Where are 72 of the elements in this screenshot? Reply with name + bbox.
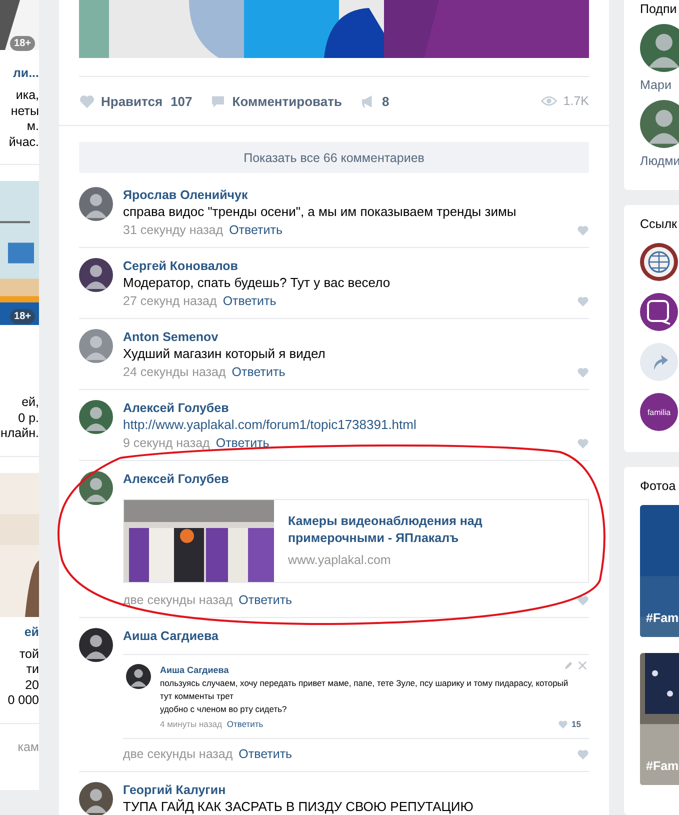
comment-icon xyxy=(210,94,226,108)
comment-text: удобно с членом во рту сидеть? xyxy=(160,703,288,716)
comment-author[interactable]: Алексей Голубев xyxy=(123,471,589,487)
heart-icon[interactable] xyxy=(577,594,589,606)
ad-text: 20 xyxy=(24,678,39,693)
reply-link[interactable]: Ответить xyxy=(238,591,292,609)
ad-text: 0 р. xyxy=(17,410,39,426)
comment-text: справа видос "тренды осени", а мы им показываем тренды зимы xyxy=(123,203,518,221)
comment-time: две секунды назад xyxy=(123,592,233,609)
reply-link[interactable]: Ответить xyxy=(229,221,282,239)
reply-link[interactable]: Ответить xyxy=(216,434,270,452)
comment-text: Худший магазин который я видел xyxy=(123,345,326,363)
ad-text: той xyxy=(18,646,39,662)
share-button[interactable]: 8 xyxy=(360,94,390,108)
age-badge: 18+ xyxy=(10,309,35,324)
person-name[interactable]: Мари xyxy=(640,78,679,92)
show-all-comments-button[interactable]: Показать все 66 комментариев xyxy=(79,142,589,173)
comment-author[interactable]: Сергей Коновалов xyxy=(123,258,589,274)
ad-text: йчас. xyxy=(8,134,39,150)
album-title[interactable]: #Fam xyxy=(646,611,679,625)
comment-text: ТУПА ГАЙД КАК ЗАСРАТЬ В ПИЗДУ СВОЮ РЕПУТАЦИЮ xyxy=(123,798,474,815)
age-badge: 18+ xyxy=(10,36,35,51)
avatar[interactable] xyxy=(79,258,113,292)
ad-text: м. xyxy=(26,119,39,134)
avatar[interactable] xyxy=(79,400,113,434)
like-count: 15 xyxy=(572,718,581,731)
comment-author: Аиша Сагдиева xyxy=(160,664,229,677)
section-title[interactable]: Ссылк xyxy=(640,217,679,231)
ad-text: ей, xyxy=(20,395,39,410)
section-title[interactable]: Подпи xyxy=(640,2,679,16)
comment-author[interactable]: Алексей Голубев xyxy=(123,400,589,416)
comment-text: Модератор, спать будешь? Тут у вас весело xyxy=(123,274,392,292)
close-icon xyxy=(578,661,587,670)
comment-author[interactable]: Аиша Сагдиева xyxy=(123,628,589,644)
brand-logo[interactable]: familia xyxy=(640,393,678,431)
ad-text: ика, xyxy=(14,88,39,104)
link-preview[interactable]: Камеры видеонаблюдения над примерочными - ЯПлакалъ www.yaplakal.com xyxy=(123,499,589,583)
edit-icon xyxy=(564,661,573,670)
eye-icon xyxy=(541,95,558,107)
avatar[interactable] xyxy=(640,24,679,72)
comment-time: 4 минуты назад xyxy=(160,718,222,731)
ad-text: неты xyxy=(10,104,39,119)
comment-time: 31 секунду назад xyxy=(123,222,224,239)
comment-time: 24 секунды назад xyxy=(123,364,226,381)
reply-link[interactable]: Ответить xyxy=(222,292,276,310)
square-logo-icon[interactable] xyxy=(640,293,678,331)
ad-text: 0 000 xyxy=(6,693,39,708)
ad-title[interactable]: ли... xyxy=(0,66,39,80)
avatar[interactable] xyxy=(126,664,151,689)
globe-icon[interactable] xyxy=(640,243,678,281)
heart-icon xyxy=(79,94,95,108)
ad-title[interactable]: ей xyxy=(0,624,39,638)
person-name[interactable]: Людми xyxy=(640,154,679,168)
avatar[interactable] xyxy=(79,782,113,815)
link-domain: www.yaplakal.com xyxy=(288,553,392,567)
comment-time: две секунды назад xyxy=(123,746,233,763)
comment-author[interactable]: Георгий Калугин xyxy=(123,782,589,798)
ad-text: нлайн. xyxy=(0,426,39,442)
comment-author[interactable]: Ярослав Оленийчук xyxy=(123,187,589,203)
reply-link[interactable]: Ответить xyxy=(238,745,292,763)
reply-link[interactable]: Ответить xyxy=(232,363,286,381)
ad-text: ти xyxy=(25,662,39,678)
comment-link[interactable]: http://www.yaplakal.com/forum1/topic1738391.html xyxy=(123,416,589,434)
avatar[interactable] xyxy=(79,628,113,662)
section-title[interactable]: Фотоа xyxy=(640,479,679,493)
comment-time: 27 секунд назад xyxy=(123,293,217,310)
link-title[interactable]: Камеры видеонаблюдения над примерочными - ЯПлакалъ xyxy=(288,513,574,547)
like-button[interactable]: Нравится 107 xyxy=(79,94,192,108)
comment-time: 9 секунд назад xyxy=(123,435,210,452)
view-count: 1.7K xyxy=(541,94,589,108)
comment-button[interactable]: Комментировать xyxy=(210,94,342,108)
comment-author[interactable]: Anton Semenov xyxy=(123,329,589,345)
